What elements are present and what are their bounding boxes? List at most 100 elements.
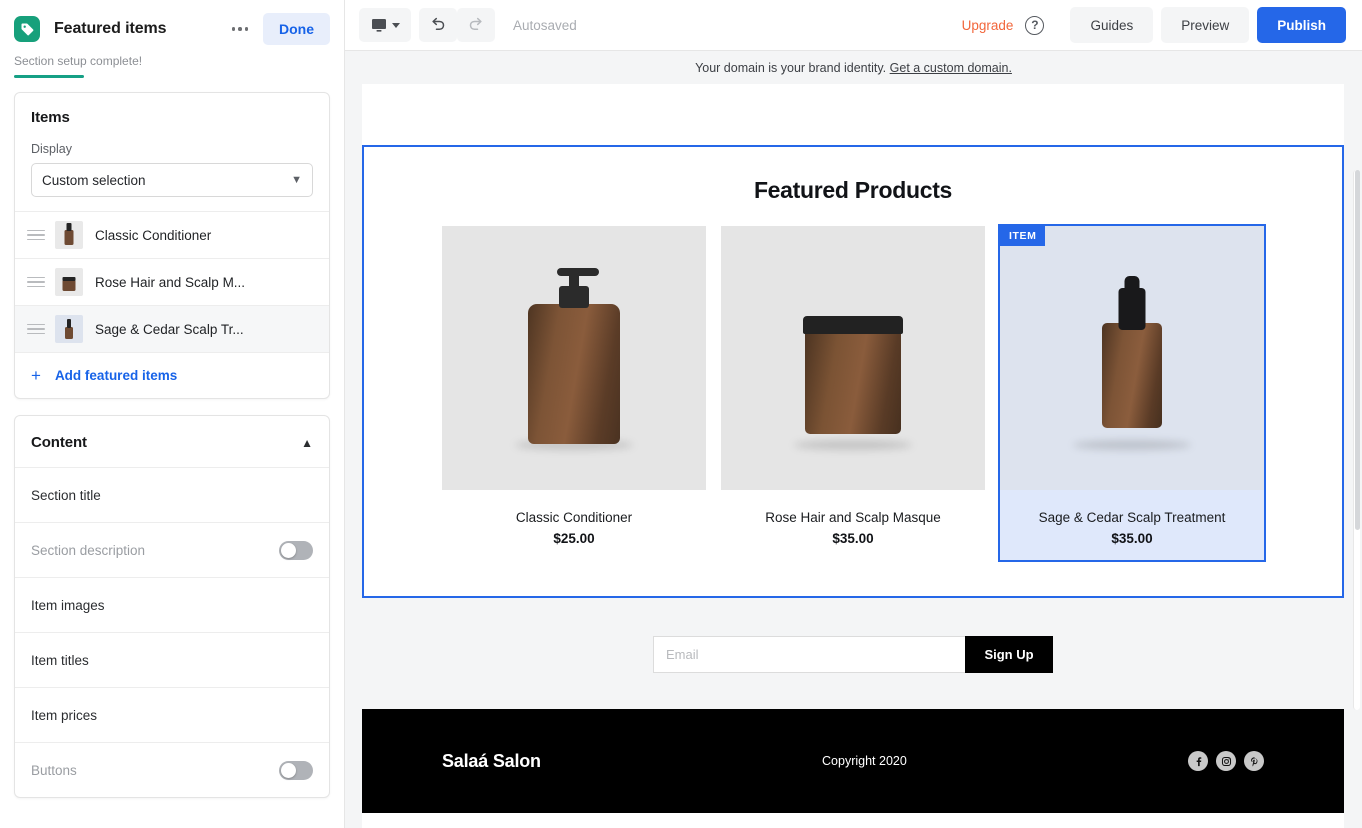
section-description-toggle[interactable] (279, 541, 313, 560)
list-item-label: Classic Conditioner (95, 228, 315, 243)
setup-progress-fill (14, 75, 84, 78)
option-item-titles[interactable]: Item titles (15, 632, 329, 687)
site-canvas: Featured Products Classic Co (362, 84, 1344, 828)
product-card-selected[interactable]: ITEM Sage & Cedar Scalp Treatment $35.00 (1000, 226, 1264, 560)
list-item[interactable]: Rose Hair and Scalp M... (15, 258, 329, 305)
chevron-down-icon (392, 23, 400, 28)
guides-button[interactable]: Guides (1070, 7, 1153, 43)
sign-up-button[interactable]: Sign Up (965, 636, 1053, 673)
autosave-status: Autosaved (513, 18, 577, 33)
editor-app: Featured items Done Section setup comple… (0, 0, 1362, 828)
option-section-title[interactable]: Section title (15, 467, 329, 522)
list-item[interactable]: Classic Conditioner (15, 211, 329, 258)
list-item-label: Sage & Cedar Scalp Tr... (95, 322, 315, 337)
undo-button[interactable] (419, 8, 457, 42)
option-item-images[interactable]: Item images (15, 577, 329, 632)
preview-button[interactable]: Preview (1161, 7, 1249, 43)
publish-button[interactable]: Publish (1257, 7, 1346, 43)
redo-arrow-icon (467, 17, 485, 33)
buttons-toggle[interactable] (279, 761, 313, 780)
option-section-description[interactable]: Section description (15, 522, 329, 577)
newsletter-section: Sign Up (362, 598, 1344, 709)
product-price: $35.00 (1000, 531, 1264, 546)
done-button[interactable]: Done (263, 13, 330, 45)
sidebar-scroll-area: Items Display Custom selection ▼ Classic… (0, 78, 344, 828)
option-label: Item titles (31, 653, 313, 668)
product-image (1000, 226, 1264, 490)
email-input[interactable] (653, 636, 965, 673)
tag-icon (14, 16, 40, 42)
page-title: Featured items (54, 20, 225, 38)
plus-icon: + (31, 367, 41, 384)
canvas-scrollbar[interactable] (1353, 170, 1360, 710)
display-select-value: Custom selection (42, 173, 291, 188)
list-item-selected[interactable]: Sage & Cedar Scalp Tr... (15, 305, 329, 352)
option-label: Item images (31, 598, 313, 613)
section-title-text: Featured Products (364, 177, 1342, 204)
option-item-prices[interactable]: Item prices (15, 687, 329, 742)
newsletter-form: Sign Up (653, 636, 1053, 673)
product-name: Rose Hair and Scalp Masque (721, 510, 985, 525)
product-card[interactable]: Rose Hair and Scalp Masque $35.00 (721, 226, 985, 560)
site-footer: Salaá Salon Copyright 2020 (362, 709, 1344, 813)
product-name: Sage & Cedar Scalp Treatment (1000, 510, 1264, 525)
option-label: Section title (31, 488, 313, 503)
display-label: Display (31, 142, 313, 156)
add-featured-items-label: Add featured items (55, 368, 177, 383)
option-label: Item prices (31, 708, 313, 723)
footer-social-links (1188, 751, 1264, 771)
desktop-icon (371, 18, 387, 33)
editor-toolbar: Autosaved Upgrade ? Guides Preview Publi… (345, 0, 1362, 51)
editor-main: Autosaved Upgrade ? Guides Preview Publi… (345, 0, 1362, 828)
undo-arrow-icon (429, 17, 447, 33)
product-price: $35.00 (721, 531, 985, 546)
content-card: Content ▲ Section title Section descript… (14, 415, 330, 798)
product-image (721, 226, 985, 490)
footer-copyright: Copyright 2020 (541, 754, 1188, 768)
content-card-heading: Content (31, 434, 301, 451)
items-card-heading: Items (31, 109, 313, 126)
option-buttons[interactable]: Buttons (15, 742, 329, 797)
product-thumbnail (55, 268, 83, 296)
upgrade-link[interactable]: Upgrade (962, 18, 1014, 33)
display-select[interactable]: Custom selection ▼ (31, 163, 313, 197)
drag-handle-icon[interactable] (27, 277, 45, 288)
drag-handle-icon[interactable] (27, 324, 45, 335)
setup-status-text: Section setup complete! (14, 54, 330, 68)
add-featured-items-button[interactable]: + Add featured items (15, 352, 329, 398)
site-canvas-wrapper: Featured Products Classic Co (345, 84, 1362, 828)
domain-banner-text: Your domain is your brand identity. (695, 61, 886, 75)
drag-handle-icon[interactable] (27, 230, 45, 241)
list-item-label: Rose Hair and Scalp M... (95, 275, 315, 290)
sidebar-header: Featured items Done (0, 0, 344, 48)
product-thumbnail (55, 315, 83, 343)
setup-status-area: Section setup complete! (0, 48, 344, 78)
content-card-header[interactable]: Content ▲ (15, 416, 329, 467)
product-grid: Classic Conditioner $25.00 Ros (364, 226, 1342, 560)
setup-progress-bar (14, 75, 329, 78)
items-card: Items Display Custom selection ▼ Classic… (14, 92, 330, 399)
redo-button[interactable] (457, 8, 495, 42)
product-name: Classic Conditioner (442, 510, 706, 525)
chevron-up-icon[interactable]: ▲ (301, 437, 313, 449)
option-label: Section description (31, 543, 279, 558)
question-circle-icon[interactable]: ? (1025, 16, 1044, 35)
canvas-scrollbar-thumb[interactable] (1355, 170, 1360, 530)
more-options-icon[interactable] (225, 14, 255, 44)
product-price: $25.00 (442, 531, 706, 546)
product-card[interactable]: Classic Conditioner $25.00 (442, 226, 706, 560)
facebook-icon[interactable] (1188, 751, 1208, 771)
device-selector-button[interactable] (359, 8, 411, 42)
get-custom-domain-link[interactable]: Get a custom domain. (890, 61, 1012, 75)
domain-banner: Your domain is your brand identity. Get … (345, 51, 1362, 84)
section-editor-sidebar: Featured items Done Section setup comple… (0, 0, 345, 828)
pinterest-icon[interactable] (1244, 751, 1264, 771)
footer-brand: Salaá Salon (442, 751, 541, 772)
status-badge: ITEM (1000, 226, 1045, 246)
chevron-down-icon: ▼ (291, 175, 302, 186)
product-image (442, 226, 706, 490)
product-thumbnail (55, 221, 83, 249)
instagram-icon[interactable] (1216, 751, 1236, 771)
option-label: Buttons (31, 763, 279, 778)
featured-products-section[interactable]: Featured Products Classic Co (362, 145, 1344, 598)
